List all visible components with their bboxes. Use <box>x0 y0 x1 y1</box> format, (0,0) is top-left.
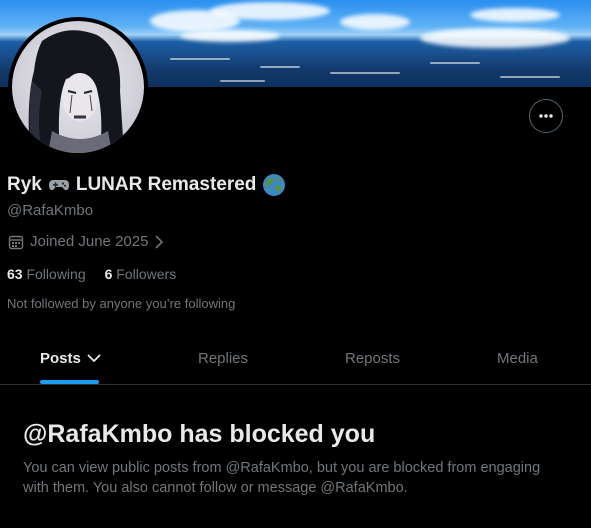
tab-reposts-label: Reposts <box>345 349 401 367</box>
avatar[interactable] <box>8 17 148 157</box>
profile-name-main: LUNAR Remastered <box>75 174 257 195</box>
profile-name-prefix: Ryk <box>7 174 42 195</box>
globe-icon <box>263 174 286 196</box>
following-label: Following <box>26 266 86 282</box>
more-horizontal-icon <box>539 114 553 118</box>
joined-date[interactable]: Joined June 2025 <box>8 233 164 250</box>
avatar-image <box>12 21 144 153</box>
tab-posts[interactable]: Posts <box>40 332 101 384</box>
not-followed-note: Not followed by anyone you’re following <box>7 296 236 311</box>
blocked-description: You can view public posts from @RafaKmbo… <box>23 460 541 496</box>
chevron-down-icon <box>87 354 101 363</box>
calendar-icon <box>8 235 24 249</box>
chevron-right-icon <box>155 234 164 249</box>
profile-name: Ryk LUNAR Remastered <box>7 173 286 197</box>
blocked-title: @RafaKmbo has blocked you <box>23 420 376 448</box>
following-count: 63 <box>7 266 23 282</box>
joined-text: Joined June 2025 <box>30 233 149 250</box>
tab-posts-label: Posts <box>40 349 81 367</box>
tab-replies-label: Replies <box>198 349 249 367</box>
tab-media[interactable]: Media <box>497 332 538 384</box>
followers-link[interactable]: 6 Followers <box>105 266 177 282</box>
tab-media-label: Media <box>497 349 538 367</box>
gamepad-icon <box>48 180 69 191</box>
follow-counts: 63 Following 6 Followers <box>7 266 176 282</box>
tab-replies[interactable]: Replies <box>198 332 248 384</box>
profile-handle: @RafaKmbo <box>7 202 94 219</box>
tabs-divider <box>0 384 591 385</box>
tab-reposts[interactable]: Reposts <box>345 332 400 384</box>
followers-count: 6 <box>104 266 113 282</box>
profile-tabs: Posts Replies Reposts Media <box>0 332 591 384</box>
more-options-button[interactable] <box>529 99 563 133</box>
followers-label: Followers <box>116 266 177 282</box>
following-link[interactable]: 63 Following <box>7 266 86 282</box>
